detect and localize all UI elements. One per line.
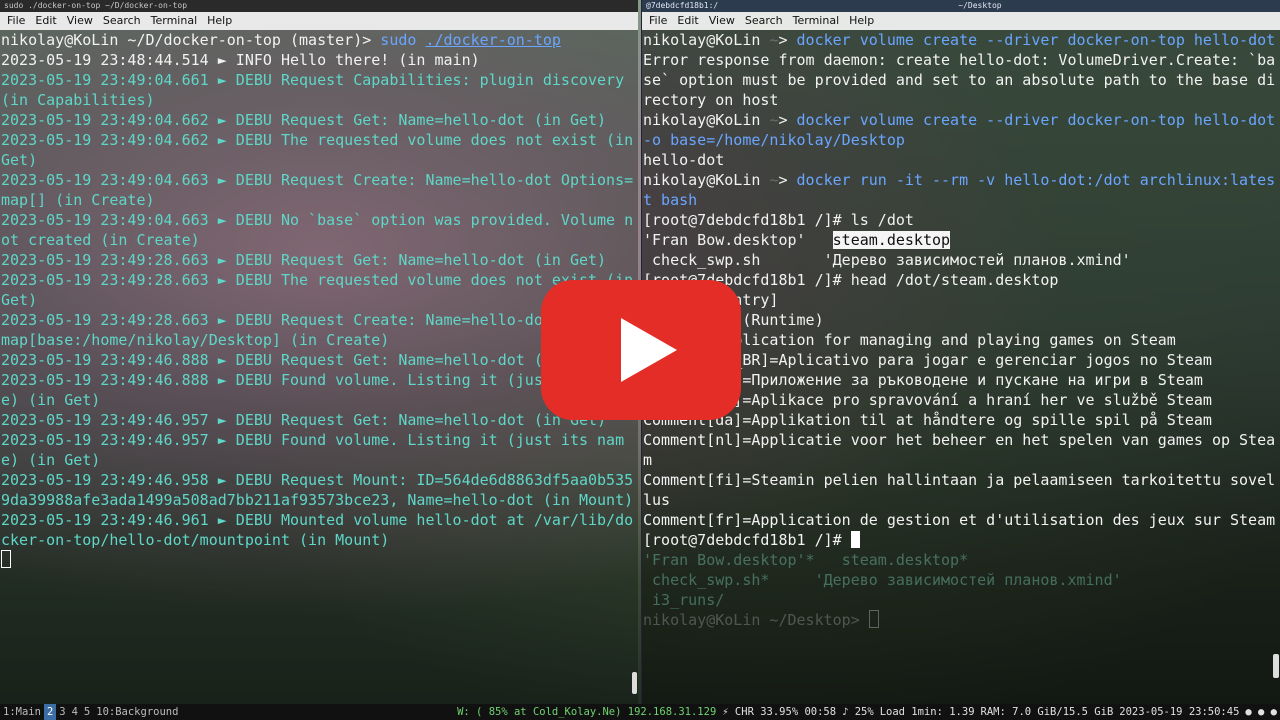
ghost-prompt-line: nikolay@KoLin ~/Desktop> — [642, 610, 1280, 630]
menu-terminal[interactable]: Terminal — [788, 12, 845, 30]
i3-status-bar: 1:Main 2 3 4 5 10:Background W: ( 85% at… — [0, 704, 1280, 720]
command-output: hello-dot — [643, 151, 725, 169]
head-command: head /dot/steam.desktop — [850, 271, 1059, 289]
prompt-user: nikolay@KoLin — [643, 111, 761, 129]
root-prompt: [root@7debdcfd18b1 /]# — [643, 531, 842, 549]
left-scrollbar[interactable] — [632, 672, 637, 694]
menu-help[interactable]: Help — [202, 12, 237, 30]
log-line: 2023-05-19 23:48:44.514 ► INFO Hello the… — [1, 51, 480, 69]
volume-status: ♪ 25% — [842, 706, 874, 718]
log-line: 2023-05-19 23:49:46.958 ► DEBU Request M… — [1, 471, 634, 509]
error-output: Error response from daemon: create hello… — [643, 51, 1276, 109]
ghost-ls-row: 'Fran Bow.desktop'* steam.desktop* — [642, 550, 1280, 570]
ls-entry: 'Fran Bow.desktop' — [643, 231, 806, 249]
right-scrollbar[interactable] — [1273, 654, 1279, 678]
prompt-user: nikolay@KoLin — [643, 31, 761, 49]
command-line: nikolay@KoLin ~> docker volume create --… — [643, 31, 1276, 49]
ram-status: RAM: 7.0 GiB/15.5 GiB — [980, 706, 1114, 718]
workspace-5[interactable]: 5 — [81, 704, 93, 720]
log-line: 2023-05-19 23:49:04.661 ► DEBU Request C… — [1, 71, 634, 109]
ghost-prompt: nikolay@KoLin ~/Desktop> — [643, 611, 860, 629]
play-icon — [621, 318, 677, 382]
prompt-user: nikolay@KoLin — [643, 171, 761, 189]
left-cursor-line — [0, 550, 638, 570]
workspace-10[interactable]: 10:Background — [93, 704, 181, 720]
command-sudo: sudo — [380, 31, 417, 49]
ghost-entry: check_swp.sh* — [652, 571, 770, 589]
ghost-ls-row: check_swp.sh* 'Дерево зависимостей плано… — [642, 570, 1280, 590]
ghost-ls-row: i3_runs/ — [642, 590, 1280, 610]
command-line: [root@7debdcfd18b1 /]# ls /dot — [642, 210, 1280, 230]
log-line: 2023-05-19 23:49:28.663 ► DEBU Request G… — [1, 251, 607, 269]
battery-status: ⚡ CHR 33.95% 00:58 — [722, 706, 837, 718]
tray-icons[interactable]: ● ● ● — [1242, 704, 1280, 720]
log-line: 2023-05-19 23:49:46.961 ► DEBU Mounted v… — [1, 511, 634, 549]
ls-entry-selected[interactable]: steam.desktop — [832, 231, 951, 249]
ghost-entry: steam.desktop* — [841, 551, 969, 569]
right-window-title: @7debdcfd18b1:/ ~/Desktop — [642, 0, 1280, 12]
right-window-title-text: @7debdcfd18b1:/ — [646, 1, 719, 10]
right-menubar: File Edit View Search Terminal Help — [642, 12, 1280, 30]
final-prompt-line: [root@7debdcfd18b1 /]# — [642, 530, 1280, 550]
command-line: nikolay@KoLin ~/D/docker-on-top (master)… — [0, 30, 638, 50]
right-window-title-secondary: ~/Desktop — [958, 1, 1002, 10]
menu-file[interactable]: File — [2, 12, 30, 30]
workspace-2[interactable]: 2 — [43, 704, 57, 720]
ls-output-row: check_swp.sh 'Дерево зависимостей планов… — [642, 250, 1280, 270]
load-status: Load 1min: 1.39 — [879, 706, 975, 718]
command-line: [root@7debdcfd18b1 /]# head /dot/steam.d… — [642, 270, 1280, 290]
left-window-title: sudo ./docker-on-top ~/D/docker-on-top — [0, 0, 638, 12]
log-line: 2023-05-19 23:49:04.662 ► DEBU Request G… — [1, 111, 607, 129]
status-spacer — [181, 704, 454, 720]
menu-search[interactable]: Search — [740, 12, 788, 30]
menu-view[interactable]: View — [704, 12, 740, 30]
menu-edit[interactable]: Edit — [672, 12, 703, 30]
youtube-play-button[interactable] — [541, 280, 741, 420]
ls-entry: check_swp.sh — [652, 251, 761, 269]
file-line: Comment[fi]=Steamin pelien hallintaan ja… — [643, 471, 1276, 509]
ls-output-row: 'Fran Bow.desktop' steam.desktop — [642, 230, 1280, 250]
docker-command: docker volume create --driver docker-on-… — [796, 31, 1276, 49]
ghost-entry: 'Fran Bow.desktop'* — [643, 551, 815, 569]
root-prompt: [root@7debdcfd18b1 /]# — [643, 211, 842, 229]
menu-terminal[interactable]: Terminal — [146, 12, 203, 30]
ghost-entry: i3_runs/ — [652, 591, 725, 609]
text-cursor — [1, 550, 11, 568]
ghost-entry: 'Дерево зависимостей планов.xmind' — [814, 571, 1122, 589]
shell-prompt: nikolay@KoLin ~/D/docker-on-top (master)… — [1, 31, 372, 49]
datetime-status: 2023-05-19 23:50:45 — [1119, 706, 1240, 718]
menu-file[interactable]: File — [644, 12, 672, 30]
command-line: nikolay@KoLin ~> docker volume create --… — [642, 110, 1280, 150]
command-line: nikolay@KoLin ~> docker run -it --rm -v … — [643, 171, 1276, 209]
menu-edit[interactable]: Edit — [30, 12, 61, 30]
workspace-3[interactable]: 3 — [56, 704, 68, 720]
text-cursor — [850, 531, 860, 548]
menu-view[interactable]: View — [62, 12, 98, 30]
log-line: 2023-05-19 23:49:46.957 ► DEBU Found vol… — [1, 431, 625, 469]
menu-search[interactable]: Search — [98, 12, 146, 30]
log-line: 2023-05-19 23:49:46.957 ► DEBU Request G… — [1, 411, 607, 429]
log-line: 2023-05-19 23:49:04.662 ► DEBU The reque… — [1, 131, 634, 169]
ls-command: ls /dot — [850, 211, 914, 229]
command-executable: ./docker-on-top — [425, 31, 561, 49]
workspace-4[interactable]: 4 — [69, 704, 81, 720]
left-menubar: File Edit View Search Terminal Help — [0, 12, 638, 30]
log-line: 2023-05-19 23:49:04.663 ► DEBU No `base`… — [1, 211, 634, 249]
menu-help[interactable]: Help — [844, 12, 879, 30]
log-line: 2023-05-19 23:49:04.663 ► DEBU Request C… — [1, 171, 634, 209]
file-line: Comment[fr]=Application de gestion et d'… — [643, 511, 1276, 529]
workspace-1[interactable]: 1:Main — [0, 704, 44, 720]
file-line: Comment[nl]=Applicatie voor het beheer e… — [643, 431, 1276, 469]
file-line: Comment[da]=Applikation til at håndtere … — [643, 411, 1212, 429]
ls-entry: 'Дерево зависимостей планов.xmind' — [823, 251, 1131, 269]
wifi-status: W: ( 85% at Cold_Kolay.Ne) 192.168.31.12… — [457, 706, 717, 718]
ghost-cursor — [868, 610, 879, 628]
